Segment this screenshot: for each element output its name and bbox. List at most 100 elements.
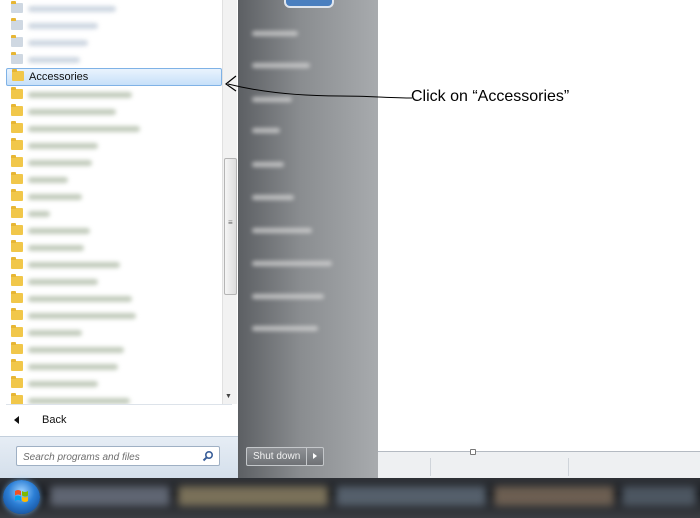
folder-icon — [11, 172, 23, 184]
program-item[interactable] — [6, 51, 222, 68]
folder-icon — [11, 206, 23, 218]
folder-icon — [11, 325, 23, 337]
shutdown-options-button[interactable] — [307, 447, 325, 466]
program-item[interactable] — [6, 290, 222, 307]
program-item[interactable] — [6, 341, 222, 358]
folder-icon — [11, 393, 23, 404]
program-item[interactable] — [6, 34, 222, 51]
program-item[interactable] — [6, 120, 222, 137]
blurred-program-label — [28, 177, 68, 183]
taskbar-app[interactable] — [50, 486, 170, 506]
shutdown-button[interactable]: Shut down — [246, 447, 308, 466]
grip-icon: ≡ — [228, 218, 233, 227]
blurred-program-label — [28, 23, 98, 29]
scroll-down-arrow-icon[interactable]: ▼ — [225, 393, 232, 400]
taskbar-app[interactable] — [494, 486, 614, 506]
folder-icon — [11, 189, 23, 201]
folder-icon — [11, 104, 23, 116]
folder-icon — [11, 121, 23, 133]
start-menu-programs-pane: Accessories ≡ ▼ Back — [0, 0, 240, 478]
program-item[interactable] — [6, 0, 222, 17]
scrollbar-thumb[interactable]: ≡ — [224, 158, 237, 295]
taskbar-app[interactable] — [178, 486, 328, 506]
blurred-program-label — [28, 194, 82, 200]
program-item[interactable] — [6, 273, 222, 290]
program-item[interactable] — [6, 154, 222, 171]
chevron-right-icon — [313, 453, 318, 459]
program-item[interactable] — [6, 256, 222, 273]
program-item[interactable] — [6, 86, 222, 103]
blurred-program-label — [28, 330, 82, 336]
program-item[interactable] — [6, 205, 222, 222]
back-label: Back — [42, 414, 67, 426]
right-menu-item[interactable] — [252, 289, 342, 303]
folder-icon — [11, 274, 23, 286]
program-label: Accessories — [29, 71, 89, 83]
program-item[interactable] — [6, 137, 222, 154]
resize-handle[interactable] — [470, 449, 476, 455]
program-item[interactable] — [6, 222, 222, 239]
folder-icon — [11, 155, 23, 167]
blurred-program-label — [28, 313, 136, 319]
folder-icon — [11, 87, 23, 99]
right-menu-item[interactable] — [252, 321, 342, 335]
blurred-program-label — [28, 347, 124, 353]
program-item[interactable] — [6, 358, 222, 375]
blurred-program-label — [28, 245, 84, 251]
windows-logo-icon — [15, 490, 28, 502]
programs-scrollbar[interactable]: ≡ ▼ — [222, 0, 237, 404]
divider — [6, 404, 232, 405]
all-programs-list: Accessories — [6, 0, 222, 404]
start-menu-places-pane: Shut down — [238, 0, 378, 478]
start-button[interactable] — [3, 480, 40, 514]
right-menu-item[interactable] — [252, 123, 342, 137]
blurred-program-label — [28, 6, 116, 12]
right-menu-item[interactable] — [252, 92, 342, 106]
program-item[interactable] — [6, 392, 222, 404]
annotation-text: Click on “Accessories” — [411, 88, 570, 105]
blurred-program-label — [28, 381, 98, 387]
blurred-program-label — [28, 40, 88, 46]
folder-icon — [11, 223, 23, 235]
blurred-program-label — [28, 228, 90, 234]
blurred-program-label — [28, 92, 132, 98]
user-picture[interactable] — [284, 0, 334, 8]
folder-icon — [11, 240, 23, 252]
right-menu-item[interactable] — [252, 58, 342, 72]
search-input[interactable] — [17, 447, 205, 467]
right-menu-item[interactable] — [252, 26, 342, 40]
divider — [568, 458, 569, 476]
folder-icon — [11, 291, 23, 303]
blurred-program-label — [28, 143, 98, 149]
taskbar-app[interactable] — [336, 486, 486, 506]
divider — [430, 458, 431, 476]
blurred-program-label — [28, 211, 50, 217]
search-box[interactable] — [16, 446, 220, 467]
program-item-accessories[interactable]: Accessories — [6, 68, 222, 86]
program-item[interactable] — [6, 17, 222, 34]
program-item[interactable] — [6, 307, 222, 324]
right-menu-item[interactable] — [252, 223, 342, 237]
right-menu-item[interactable] — [252, 256, 342, 270]
blurred-program-label — [28, 296, 132, 302]
folder-icon — [11, 359, 23, 371]
program-item[interactable] — [6, 188, 222, 205]
folder-icon — [11, 308, 23, 320]
blurred-program-label — [28, 364, 118, 370]
program-item[interactable] — [6, 239, 222, 256]
right-menu-item[interactable] — [252, 190, 342, 204]
program-item[interactable] — [6, 324, 222, 341]
blurred-program-label — [28, 160, 92, 166]
taskbar-tray[interactable] — [622, 486, 696, 506]
search-icon[interactable] — [202, 450, 214, 462]
search-area — [0, 436, 238, 479]
program-item[interactable] — [6, 103, 222, 120]
program-item[interactable] — [6, 171, 222, 188]
app-icon — [11, 18, 23, 30]
blurred-program-label — [28, 279, 98, 285]
folder-icon — [11, 138, 23, 150]
program-item[interactable] — [6, 375, 222, 392]
back-button[interactable]: Back — [6, 408, 232, 432]
window-status-bar — [378, 449, 700, 479]
right-menu-item[interactable] — [252, 157, 342, 171]
